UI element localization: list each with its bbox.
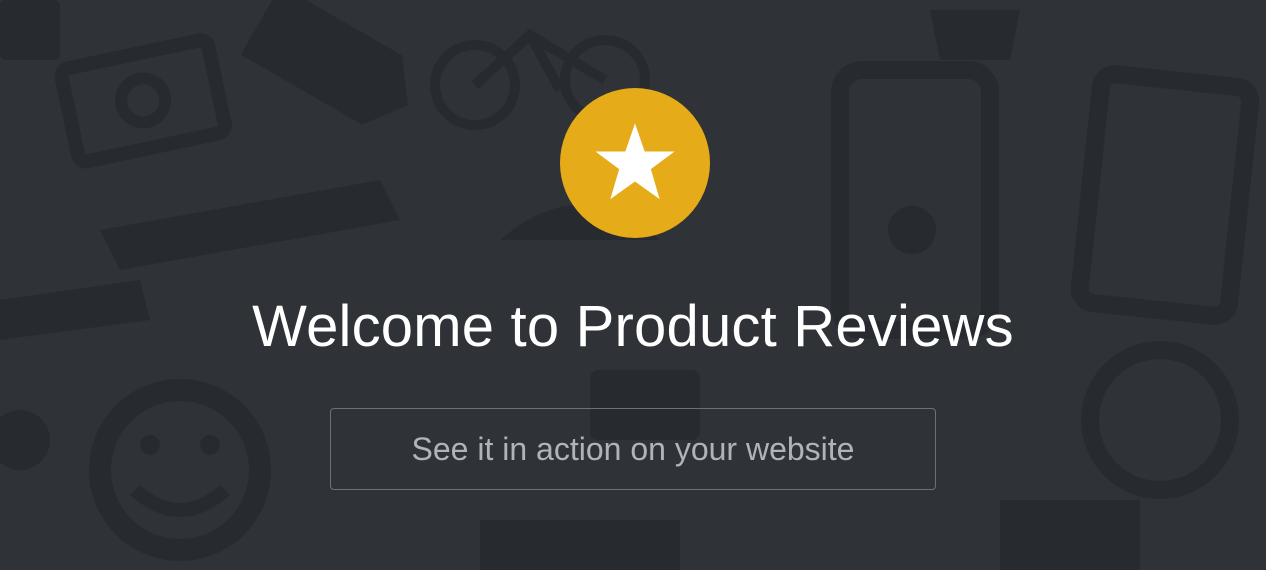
star-icon (595, 123, 675, 200)
star-badge (560, 88, 710, 238)
page-title: Welcome to Product Reviews (252, 294, 1014, 359)
welcome-hero: Welcome to Product Reviews See it in act… (0, 0, 1266, 570)
see-in-action-button[interactable]: See it in action on your website (330, 408, 936, 490)
